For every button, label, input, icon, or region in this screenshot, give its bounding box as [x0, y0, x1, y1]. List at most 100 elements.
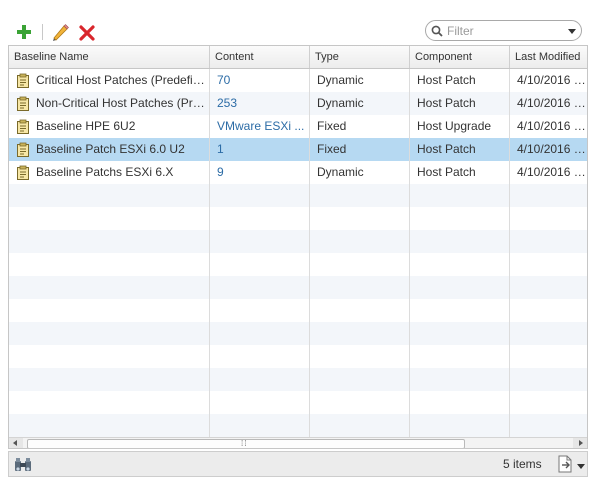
- column-header-last-modified[interactable]: Last Modified: [510, 46, 587, 68]
- name-cell: Baseline HPE 6U2: [9, 115, 209, 138]
- name-cell: Baseline Patchs ESXi 6.X: [9, 161, 209, 184]
- edit-button[interactable]: [49, 22, 69, 42]
- component-cell: Host Patch: [410, 138, 509, 161]
- delete-button[interactable]: [77, 22, 97, 42]
- component-cell: Host Upgrade: [410, 115, 509, 138]
- column-divider: [209, 69, 210, 439]
- empty-row: [9, 299, 587, 322]
- name-cell-text: Non-Critical Host Patches (Predefined): [36, 96, 209, 110]
- last-modified-cell-text: 4/10/2016 9:5: [517, 119, 587, 133]
- name-cell-text: Baseline Patchs ESXi 6.X: [36, 165, 174, 179]
- column-header-type[interactable]: Type: [310, 46, 410, 68]
- last-modified-cell: 4/10/2016 10: [510, 138, 587, 161]
- empty-row: [9, 184, 587, 207]
- name-cell: Non-Critical Host Patches (Predefined): [9, 92, 209, 115]
- pencil-icon: [53, 24, 69, 41]
- type-cell-text: Fixed: [317, 119, 347, 133]
- component-cell-text: Host Patch: [417, 73, 476, 87]
- name-cell: Baseline Patch ESXi 6.0 U2: [9, 138, 209, 161]
- last-modified-cell: 4/10/2016 10: [510, 161, 587, 184]
- table-row[interactable]: Baseline Patch ESXi 6.0 U2 1 Fixed Host Pat…: [9, 138, 587, 161]
- empty-row: [9, 368, 587, 391]
- filter-dropdown-caret-icon[interactable]: [568, 29, 576, 34]
- right-arrow-icon: [579, 440, 583, 446]
- content-cell[interactable]: 1: [210, 138, 309, 161]
- export-button[interactable]: [557, 455, 585, 476]
- table-row[interactable]: Baseline Patchs ESXi 6.X 9 Dynamic Host Pat…: [9, 161, 587, 184]
- baseline-icon: [17, 119, 29, 134]
- component-cell-text: Host Patch: [417, 96, 476, 110]
- add-button[interactable]: [14, 22, 34, 42]
- content-cell[interactable]: 70: [210, 69, 309, 92]
- last-modified-cell: 4/10/2016 9:5: [510, 115, 587, 138]
- toolbar-separator: [42, 24, 43, 40]
- table-row[interactable]: Baseline HPE 6U2 VMware ESXi ... Fixed Host…: [9, 115, 587, 138]
- last-modified-cell-text: 4/10/2016 10: [517, 142, 587, 156]
- component-cell: Host Patch: [410, 92, 509, 115]
- grid-body: Critical Host Patches (Predefined) 70 Dyna…: [9, 69, 587, 437]
- grip-icon: ⁞⁞: [241, 439, 248, 448]
- component-cell-text: Host Patch: [417, 165, 476, 179]
- export-icon: [558, 455, 572, 473]
- name-cell-text: Baseline Patch ESXi 6.0 U2: [36, 142, 185, 156]
- name-cell-text: Critical Host Patches (Predefined): [36, 73, 209, 87]
- component-cell: Host Patch: [410, 69, 509, 92]
- baselines-grid: Baseline Name Content Type Component Las…: [8, 45, 588, 449]
- content-cell-text: VMware ESXi ...: [217, 119, 305, 133]
- content-cell-text: 253: [217, 96, 238, 110]
- filter-box[interactable]: [425, 20, 582, 41]
- export-dropdown-caret-icon: [577, 464, 585, 469]
- baseline-icon: [17, 142, 29, 157]
- plus-icon: [17, 25, 31, 39]
- empty-row: [9, 230, 587, 253]
- last-modified-cell-text: 4/10/2016 9:2: [517, 96, 587, 110]
- delete-x-icon: [79, 25, 95, 41]
- component-cell: Host Patch: [410, 161, 509, 184]
- grid-header: Baseline Name Content Type Component Las…: [9, 46, 587, 69]
- content-cell-text: 70: [217, 73, 231, 87]
- table-row[interactable]: Non-Critical Host Patches (Predefined) 25…: [9, 92, 587, 115]
- empty-row: [9, 253, 587, 276]
- binoculars-icon[interactable]: [14, 457, 32, 473]
- baseline-icon: [17, 73, 29, 88]
- horizontal-scrollbar[interactable]: ⁞⁞: [9, 437, 587, 448]
- empty-row: [9, 322, 587, 345]
- column-header-content[interactable]: Content: [210, 46, 310, 68]
- last-modified-cell: 4/10/2016 9:2: [510, 69, 587, 92]
- empty-row: [9, 276, 587, 299]
- status-bar: 5 items: [8, 451, 588, 477]
- item-count: 5 items: [503, 457, 542, 471]
- last-modified-cell-text: 4/10/2016 10: [517, 165, 587, 179]
- filter-input[interactable]: [447, 22, 557, 39]
- type-cell-text: Dynamic: [317, 165, 364, 179]
- last-modified-cell-text: 4/10/2016 9:2: [517, 73, 587, 87]
- column-divider: [509, 69, 510, 439]
- scroll-thumb[interactable]: ⁞⁞: [27, 439, 465, 448]
- content-cell-text: 1: [217, 142, 224, 156]
- component-cell-text: Host Upgrade: [417, 119, 492, 133]
- content-cell[interactable]: VMware ESXi ...: [210, 115, 309, 138]
- baseline-icon: [17, 96, 29, 111]
- empty-row: [9, 207, 587, 230]
- toolbar: [0, 0, 592, 44]
- scroll-right-button[interactable]: [573, 438, 587, 448]
- type-cell: Dynamic: [310, 92, 409, 115]
- left-arrow-icon: [13, 440, 17, 446]
- empty-row: [9, 391, 587, 414]
- last-modified-cell: 4/10/2016 9:2: [510, 92, 587, 115]
- column-header-baseline-name[interactable]: Baseline Name: [9, 46, 210, 68]
- empty-row: [9, 345, 587, 368]
- column-divider: [409, 69, 410, 439]
- search-icon: [431, 25, 443, 37]
- content-cell[interactable]: 253: [210, 92, 309, 115]
- type-cell: Fixed: [310, 138, 409, 161]
- type-cell: Fixed: [310, 115, 409, 138]
- type-cell-text: Dynamic: [317, 96, 364, 110]
- content-cell[interactable]: 9: [210, 161, 309, 184]
- table-row[interactable]: Critical Host Patches (Predefined) 70 Dyna…: [9, 69, 587, 92]
- column-header-component[interactable]: Component: [410, 46, 510, 68]
- type-cell: Dynamic: [310, 161, 409, 184]
- scroll-left-button[interactable]: [9, 438, 23, 448]
- column-divider: [309, 69, 310, 439]
- baseline-icon: [17, 165, 29, 180]
